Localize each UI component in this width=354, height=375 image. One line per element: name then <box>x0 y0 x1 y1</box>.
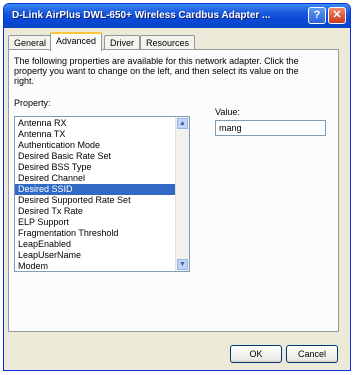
property-item[interactable]: Modem <box>15 261 177 271</box>
property-scrollbar[interactable]: ▲ ▼ <box>175 117 189 271</box>
property-item[interactable]: ELP Support <box>15 217 177 228</box>
tab-driver[interactable]: Driver <box>104 35 140 50</box>
tab-resources[interactable]: Resources <box>140 35 196 50</box>
property-item[interactable]: Desired Tx Rate <box>15 206 177 217</box>
tab-general[interactable]: General <box>8 35 53 50</box>
tab-advanced[interactable]: Advanced <box>50 32 103 51</box>
property-item[interactable]: Fragmentation Threshold <box>15 228 177 239</box>
scroll-down-icon[interactable]: ▼ <box>177 259 188 270</box>
scroll-up-icon[interactable]: ▲ <box>177 118 188 129</box>
value-label: Value: <box>215 107 240 117</box>
window-title: D-Link AirPlus DWL-650+ Wireless Cardbus… <box>12 10 271 21</box>
help-button[interactable]: ? <box>308 7 326 24</box>
property-item[interactable]: Desired Supported Rate Set <box>15 195 177 206</box>
property-item[interactable]: Desired BSS Type <box>15 162 177 173</box>
property-item[interactable]: Antenna TX <box>15 129 177 140</box>
ok-button[interactable]: OK <box>230 345 282 363</box>
close-button[interactable]: ✕ <box>328 7 346 24</box>
cancel-button[interactable]: Cancel <box>286 345 338 363</box>
property-item[interactable]: Desired Basic Rate Set <box>15 151 177 162</box>
property-listbox[interactable]: Antenna RX Antenna TX Authentication Mode D… <box>14 116 190 272</box>
property-item[interactable]: Desired Channel <box>15 173 177 184</box>
property-item[interactable]: Desired SSID <box>15 184 177 195</box>
property-item[interactable]: Antenna RX <box>15 118 177 129</box>
property-label: Property: <box>14 98 51 108</box>
value-input[interactable]: mang <box>215 120 326 136</box>
property-item[interactable]: LeapEnabled <box>15 239 177 250</box>
title-bar[interactable]: D-Link AirPlus DWL-650+ Wireless Cardbus… <box>4 4 350 28</box>
property-item[interactable]: Authentication Mode <box>15 140 177 151</box>
property-item[interactable]: LeapUserName <box>15 250 177 261</box>
property-list: Antenna RX Antenna TX Authentication Mode D… <box>15 118 177 271</box>
description-text: The following properties are available f… <box>14 56 299 86</box>
